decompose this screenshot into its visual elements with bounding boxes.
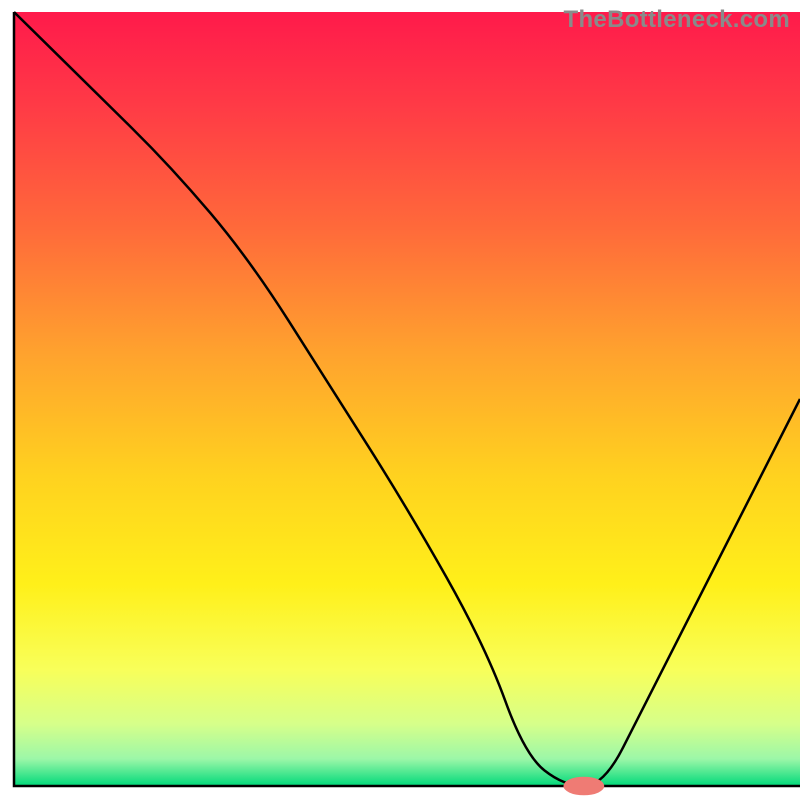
chart-container: TheBottleneck.com	[0, 0, 800, 800]
result-marker	[563, 777, 604, 796]
watermark: TheBottleneck.com	[564, 6, 790, 34]
bottleneck-chart	[0, 0, 800, 800]
